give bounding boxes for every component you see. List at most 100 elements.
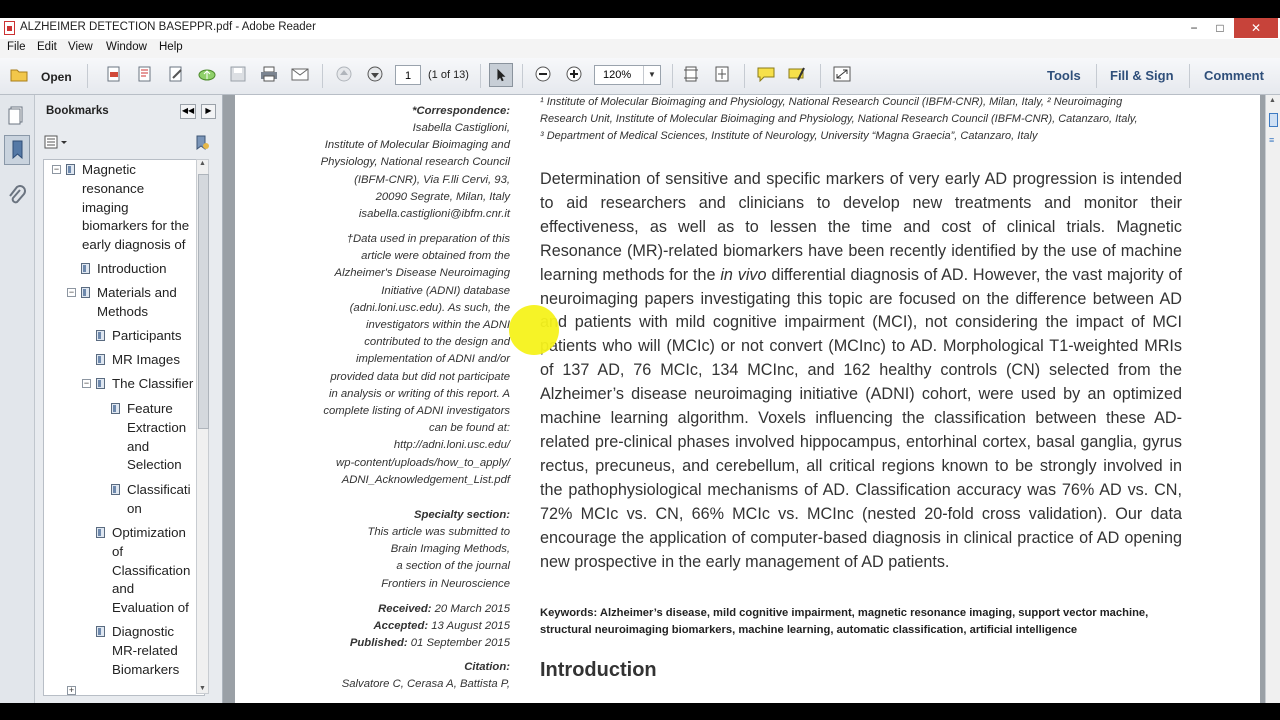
menu-help[interactable]: Help bbox=[159, 41, 183, 53]
expand-toggle-icon[interactable]: + bbox=[67, 686, 76, 695]
scroll-grip-icon: ≡ bbox=[1269, 135, 1275, 145]
open-folder-icon[interactable] bbox=[10, 66, 30, 84]
fill-and-sign-link[interactable]: Fill & Sign bbox=[1110, 68, 1174, 83]
next-page-icon[interactable] bbox=[366, 66, 386, 84]
navigation-rail bbox=[0, 95, 35, 703]
bookmark-diagnostic-biomarkers[interactable]: Diagnostic MR-related Biomarkers bbox=[112, 623, 179, 679]
bookmark-icon bbox=[96, 527, 105, 538]
zoom-dropdown[interactable]: 120% ▼ bbox=[594, 65, 661, 85]
fit-page-icon[interactable] bbox=[713, 66, 733, 84]
correspondence-block: Isabella Castiglioni, Institute of Molecu… bbox=[320, 122, 510, 221]
pdf-page: *Correspondence: Isabella Castiglioni, In… bbox=[235, 95, 1260, 703]
bookmark-icon bbox=[96, 354, 105, 365]
scroll-down-icon[interactable]: ▼ bbox=[199, 685, 206, 692]
select-tool-icon[interactable] bbox=[489, 63, 513, 87]
bookmark-classification[interactable]: Classificati on bbox=[127, 481, 191, 519]
bookmark-tree: − Magnetic resonance imaging biomarkers for… bbox=[43, 159, 205, 696]
maximize-button[interactable]: □ bbox=[1208, 18, 1232, 38]
screen-bottom-edge bbox=[0, 703, 1280, 720]
collapse-panel-icon[interactable]: ◀◀ bbox=[180, 104, 196, 119]
bookmark-icon bbox=[96, 378, 105, 389]
close-button[interactable]: ✕ bbox=[1234, 18, 1278, 38]
window-title: ALZHEIMER DETECTION BASEPPR.pdf - Adobe … bbox=[20, 21, 316, 33]
collapse-toggle-icon[interactable]: − bbox=[67, 288, 76, 297]
highlight-text-icon[interactable] bbox=[788, 66, 808, 84]
page-count-label: (1 of 13) bbox=[428, 69, 469, 81]
upload-cloud-icon[interactable] bbox=[198, 66, 218, 84]
menu-window[interactable]: Window bbox=[106, 41, 147, 53]
scroll-up-icon[interactable]: ▲ bbox=[1269, 97, 1276, 104]
bookmark-icon bbox=[96, 626, 105, 637]
citation-heading: Citation: bbox=[464, 661, 510, 673]
bookmark-icon bbox=[66, 164, 75, 175]
save-icon[interactable] bbox=[229, 66, 249, 84]
bookmark-icon bbox=[111, 403, 120, 414]
adni-note: †Data used in preparation of this article… bbox=[323, 233, 510, 486]
tools-link[interactable]: Tools bbox=[1047, 68, 1081, 83]
bookmark-the-classifier[interactable]: The Classifier bbox=[112, 375, 193, 394]
bookmark-feature-extraction[interactable]: Feature Extraction and Selection bbox=[127, 400, 186, 475]
keywords: Keywords: Alzheimer’s disease, mild cogn… bbox=[540, 607, 1149, 636]
scrolling-mode-icon[interactable] bbox=[682, 66, 702, 84]
bookmark-title[interactable]: Magnetic resonance imaging biomarkers for t… bbox=[82, 161, 204, 255]
menu-bar: File Edit View Window Help bbox=[0, 39, 1280, 58]
scrollbar-thumb[interactable] bbox=[198, 174, 209, 429]
chevron-down-icon[interactable]: ▼ bbox=[643, 66, 660, 84]
sticky-note-icon[interactable] bbox=[757, 66, 777, 84]
page-thumbnails-icon[interactable] bbox=[8, 105, 26, 130]
title-bar: ALZHEIMER DETECTION BASEPPR.pdf - Adobe … bbox=[0, 18, 1280, 40]
bookmark-optimization[interactable]: Optimization of Classification and Evaluatio… bbox=[112, 524, 190, 618]
bookmark-icon bbox=[96, 330, 105, 341]
specialty-block: This article was submitted to Brain Imagi… bbox=[367, 526, 510, 590]
toolbar: Open 1 (1 of 13) 120% ▼ Tools Fill & Sig… bbox=[0, 58, 1280, 95]
menu-file[interactable]: File bbox=[7, 41, 26, 53]
bookmark-mr-images[interactable]: MR Images bbox=[112, 351, 180, 370]
app-window: ALZHEIMER DETECTION BASEPPR.pdf - Adobe … bbox=[0, 18, 1280, 703]
attachments-icon[interactable] bbox=[8, 185, 26, 214]
open-button[interactable]: Open bbox=[41, 70, 72, 84]
mouse-cursor-highlight bbox=[509, 305, 559, 355]
page-number-input[interactable]: 1 bbox=[395, 65, 421, 85]
correspondence-heading: *Correspondence: bbox=[412, 105, 510, 117]
comment-link[interactable]: Comment bbox=[1204, 68, 1264, 83]
previous-page-icon[interactable] bbox=[335, 66, 355, 84]
export-pdf-icon[interactable] bbox=[136, 66, 156, 84]
bookmark-icon bbox=[81, 263, 90, 274]
section-heading: Introduction bbox=[540, 659, 657, 681]
bookmark-introduction[interactable]: Introduction bbox=[97, 260, 166, 279]
pdf-file-icon bbox=[4, 21, 15, 35]
bookmark-options-icon[interactable] bbox=[44, 135, 68, 154]
zoom-value: 120% bbox=[603, 69, 632, 81]
bookmark-materials-and-methods[interactable]: Materials and Methods bbox=[97, 284, 177, 322]
abstract-text: Determination of sensitive and specific … bbox=[540, 170, 1182, 571]
scroll-up-icon[interactable]: ▲ bbox=[199, 160, 206, 167]
bookmarks-icon[interactable] bbox=[4, 135, 30, 165]
menu-view[interactable]: View bbox=[68, 41, 93, 53]
bookmark-scrollbar[interactable]: ▲ ▼ bbox=[196, 159, 209, 694]
dates-block: Received: 20 March 2015 Accepted: 13 Aug… bbox=[349, 603, 510, 650]
print-icon[interactable] bbox=[260, 66, 280, 84]
zoom-out-icon[interactable] bbox=[534, 66, 554, 84]
panel-options-arrow-icon[interactable]: ▶ bbox=[201, 104, 216, 119]
collapse-toggle-icon[interactable]: − bbox=[82, 379, 91, 388]
specialty-heading: Specialty section: bbox=[413, 509, 510, 521]
bookmark-icon bbox=[81, 287, 90, 298]
expand-bookmark-icon[interactable] bbox=[194, 135, 210, 156]
bookmarks-panel: Bookmarks ◀◀ ▶ − Magnetic resonance imagin… bbox=[35, 95, 223, 703]
minimize-button[interactable]: − bbox=[1182, 18, 1206, 38]
bookmark-icon bbox=[111, 484, 120, 495]
menu-edit[interactable]: Edit bbox=[37, 41, 57, 53]
affiliations: ¹ Institute of Molecular Bioimaging and … bbox=[540, 96, 1138, 142]
full-screen-icon[interactable] bbox=[833, 66, 853, 84]
collapse-toggle-icon[interactable]: − bbox=[52, 165, 61, 174]
bookmark-participants[interactable]: Participants bbox=[112, 327, 181, 346]
edit-pdf-icon[interactable] bbox=[167, 66, 187, 84]
create-pdf-icon[interactable] bbox=[105, 66, 125, 84]
email-icon[interactable] bbox=[291, 66, 311, 84]
document-view[interactable]: *Correspondence: Isabella Castiglioni, In… bbox=[223, 95, 1265, 703]
bookmarks-heading: Bookmarks bbox=[46, 105, 109, 117]
scrollbar-thumb[interactable] bbox=[1269, 113, 1278, 127]
zoom-in-icon[interactable] bbox=[565, 66, 585, 84]
citation-block: Salvatore C, Cerasa A, Battista P, bbox=[341, 678, 510, 690]
document-scrollbar[interactable]: ▲ ≡ bbox=[1265, 95, 1280, 703]
